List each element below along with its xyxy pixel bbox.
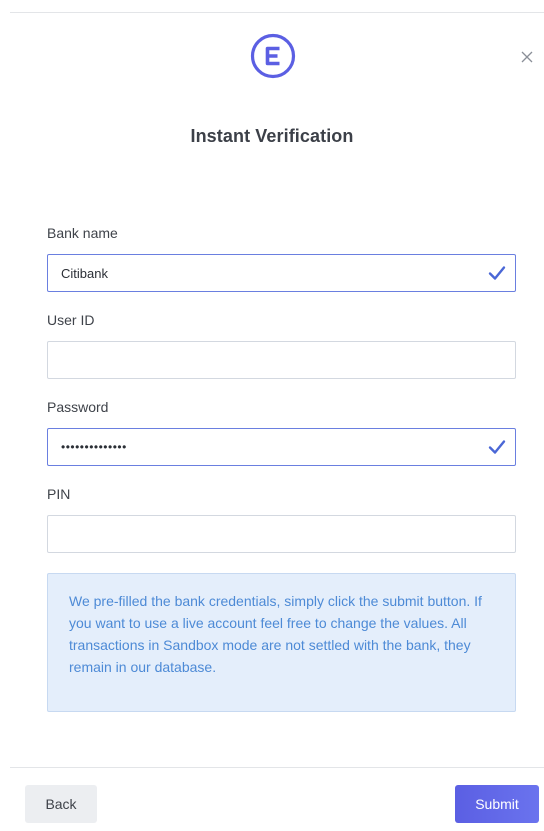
sandbox-notice: We pre-filled the bank credentials, simp… (47, 573, 516, 712)
checkmark-icon (488, 266, 506, 280)
pin-label: PIN (47, 486, 71, 502)
verification-modal: Instant Verification Bank name User ID P… (0, 0, 544, 831)
bank-name-field-group: Bank name (47, 224, 516, 311)
e-logo-icon (250, 33, 296, 79)
password-field-group: Password (47, 398, 516, 485)
close-icon (521, 51, 533, 63)
credentials-form: Bank name User ID Password (47, 224, 516, 572)
checkmark-icon (488, 440, 506, 454)
pin-input[interactable] (47, 515, 516, 553)
close-button[interactable] (516, 46, 538, 68)
back-button[interactable]: Back (25, 785, 97, 823)
pin-field-group: PIN (47, 485, 516, 572)
password-label: Password (47, 399, 109, 415)
user-id-input[interactable] (47, 341, 516, 379)
user-id-label: User ID (47, 312, 95, 328)
footer-divider (10, 767, 544, 768)
password-input[interactable] (47, 428, 516, 466)
user-id-field-group: User ID (47, 311, 516, 398)
page-title: Instant Verification (190, 126, 354, 146)
bank-name-input[interactable] (47, 254, 516, 292)
submit-button[interactable]: Submit (455, 785, 539, 823)
top-divider (10, 12, 544, 13)
sandbox-notice-text: We pre-filled the bank credentials, simp… (69, 593, 482, 675)
bank-name-label: Bank name (47, 225, 118, 241)
